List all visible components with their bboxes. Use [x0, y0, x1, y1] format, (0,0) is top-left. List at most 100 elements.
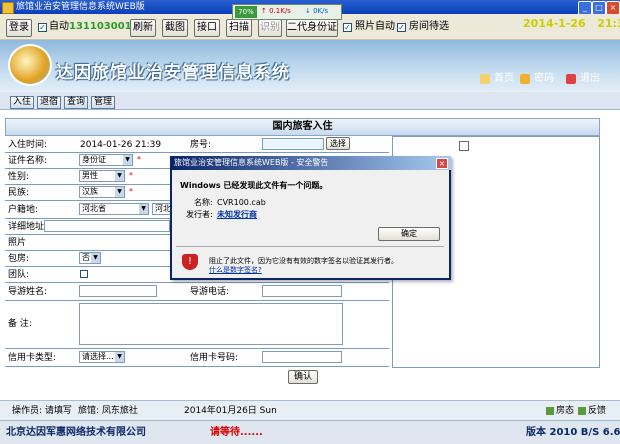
- guide-phone-input[interactable]: [262, 285, 342, 297]
- screenshot-button[interactable]: 截图: [162, 19, 188, 37]
- form-heading: 国内旅客入住: [5, 118, 600, 136]
- auto-checkbox[interactable]: ✓: [38, 23, 47, 32]
- guide-phone-label: 导游电话:: [190, 287, 230, 297]
- package-label: 包房:: [8, 254, 30, 264]
- operator-text: 操作员: 请填写: [12, 406, 72, 416]
- tab-checkout[interactable]: 退宿: [37, 96, 61, 109]
- room-status-link[interactable]: 房态: [546, 405, 574, 417]
- origin-province-select[interactable]: 河北省 ▼: [79, 203, 149, 215]
- status-bar: 操作员: 请填写 旅馆: 凤东旅社 2014年01月26日 Sun 房态 反馈: [0, 400, 620, 420]
- room-select-label: 房间待选: [409, 21, 449, 32]
- tab-manage[interactable]: 管理: [91, 96, 115, 109]
- room-select-checkbox[interactable]: ✓: [397, 23, 406, 32]
- upload-speed: ↑ 0.1K/s: [261, 7, 291, 15]
- room-input[interactable]: [262, 138, 324, 150]
- dialog-message: Windows 已经发现此文件有一个问题。: [180, 181, 328, 190]
- risk-link[interactable]: 什么是数字签名?: [209, 264, 262, 276]
- tab-checkin[interactable]: 入住: [10, 96, 34, 109]
- tab-query[interactable]: 查询: [64, 96, 88, 109]
- required-mark: *: [129, 187, 133, 196]
- status-date: 2014年01月26日 Sun: [184, 406, 277, 416]
- login-button[interactable]: 登录: [6, 19, 32, 37]
- shield-warning-icon: !: [182, 254, 198, 270]
- refresh-button[interactable]: 刷新: [130, 19, 156, 37]
- waiting-text: 请等待......: [210, 427, 263, 438]
- id-type-select[interactable]: 身份证 ▼: [79, 154, 133, 166]
- home-icon: [480, 74, 490, 84]
- password-link[interactable]: 密码: [520, 72, 554, 86]
- package-select[interactable]: 否 ▼: [79, 252, 101, 264]
- auto-label: 自动: [49, 21, 69, 32]
- chevron-down-icon: ▼: [115, 187, 124, 197]
- recognize-button[interactable]: 识别: [258, 19, 282, 37]
- publisher-label: 发行者:: [186, 210, 213, 219]
- publisher-link[interactable]: 未知发行商: [217, 209, 257, 221]
- gender-label: 性别:: [8, 172, 30, 182]
- ethnicity-label: 民族:: [8, 188, 30, 198]
- card-no-label: 信用卡号码:: [190, 353, 239, 363]
- required-mark: *: [137, 155, 141, 164]
- cpu-percent: 70%: [235, 6, 257, 18]
- gender-select[interactable]: 男性 ▼: [79, 170, 125, 182]
- dialog-ok-button[interactable]: 确定: [378, 227, 440, 241]
- feedback-link[interactable]: 反馈: [578, 405, 606, 417]
- select-room-button[interactable]: 选择: [326, 137, 350, 150]
- network-monitor: 70% ↑ 0.1K/s ↓ 0K/s: [232, 4, 342, 20]
- maximize-button[interactable]: □: [592, 1, 606, 15]
- guide-name-label: 导游姓名:: [8, 287, 48, 297]
- id-type-label: 证件名称:: [8, 156, 48, 166]
- file-name-label: 名称:: [194, 198, 213, 207]
- version-text: 版本 2010 B/S 6.66: [526, 427, 620, 438]
- chevron-down-icon: ▼: [139, 204, 148, 214]
- card-no-input[interactable]: [262, 351, 342, 363]
- app-icon: [2, 2, 14, 14]
- card-type-select[interactable]: 请选择... ▼: [79, 351, 125, 363]
- port-button[interactable]: 接口: [194, 19, 220, 37]
- dialog-close-button[interactable]: ×: [436, 158, 448, 169]
- company-name: 北京达因军惠网络技术有限公司: [6, 427, 146, 438]
- dialog-divider: [176, 246, 444, 247]
- address-label: 详细地址:: [8, 222, 48, 232]
- dialog-title: 旅馆业治安管理信息系统WEB版 - 安全警告: [170, 156, 451, 170]
- checkin-time-value: 2014-01-26 21:39: [80, 140, 162, 150]
- origin-city-select[interactable]: 河北: [152, 203, 172, 215]
- guide-name-input[interactable]: [79, 285, 157, 297]
- origin-label: 户籍地:: [8, 205, 39, 215]
- broken-image-icon: [459, 141, 469, 151]
- ethnicity-select[interactable]: 汉族 ▼: [79, 186, 125, 198]
- group-checkbox[interactable]: [80, 270, 88, 278]
- chevron-down-icon: ▼: [115, 352, 124, 362]
- file-name-value: CVR100.cab: [217, 198, 266, 207]
- home-link[interactable]: 首页: [480, 72, 514, 86]
- minimize-button[interactable]: _: [578, 1, 592, 15]
- download-speed: ↓ 0K/s: [305, 7, 329, 15]
- phone-number: 1311030015: [69, 21, 139, 32]
- required-mark: *: [129, 171, 133, 180]
- photo-auto-checkbox[interactable]: ✓: [343, 23, 352, 32]
- banner-title: 达因旅馆业治安管理信息系统: [56, 63, 290, 83]
- leaf-icon: [578, 407, 586, 415]
- photo-auto-label: 照片自动: [355, 21, 395, 32]
- id-card-button[interactable]: 二代身份证: [286, 19, 338, 37]
- remark-textarea[interactable]: [79, 303, 343, 345]
- address-input[interactable]: [44, 220, 170, 232]
- close-button[interactable]: ×: [606, 1, 620, 15]
- scan-button[interactable]: 扫描: [226, 19, 252, 37]
- confirm-button[interactable]: 确认: [288, 370, 318, 384]
- chevron-down-icon: ▼: [91, 253, 100, 263]
- key-icon: [520, 74, 530, 84]
- checkin-time-label: 入住时间:: [8, 140, 48, 150]
- exit-link[interactable]: 退出: [566, 72, 600, 86]
- footer: 北京达因军惠网络技术有限公司 请等待...... 版本 2010 B/S 6.6…: [0, 420, 620, 444]
- chevron-down-icon: ▼: [123, 155, 132, 165]
- group-label: 团队:: [8, 270, 30, 280]
- card-type-label: 信用卡类型:: [8, 353, 57, 363]
- hotel-text: 旅馆: 凤东旅社: [78, 406, 138, 416]
- remark-label: 备 注:: [8, 319, 32, 329]
- exit-icon: [566, 74, 576, 84]
- room-label: 房号:: [190, 140, 212, 150]
- window-title: 旅馆业治安管理信息系统WEB版: [16, 2, 145, 12]
- photo-label: 照片: [8, 238, 27, 248]
- chevron-down-icon: ▼: [115, 171, 124, 181]
- app-logo: [8, 44, 52, 86]
